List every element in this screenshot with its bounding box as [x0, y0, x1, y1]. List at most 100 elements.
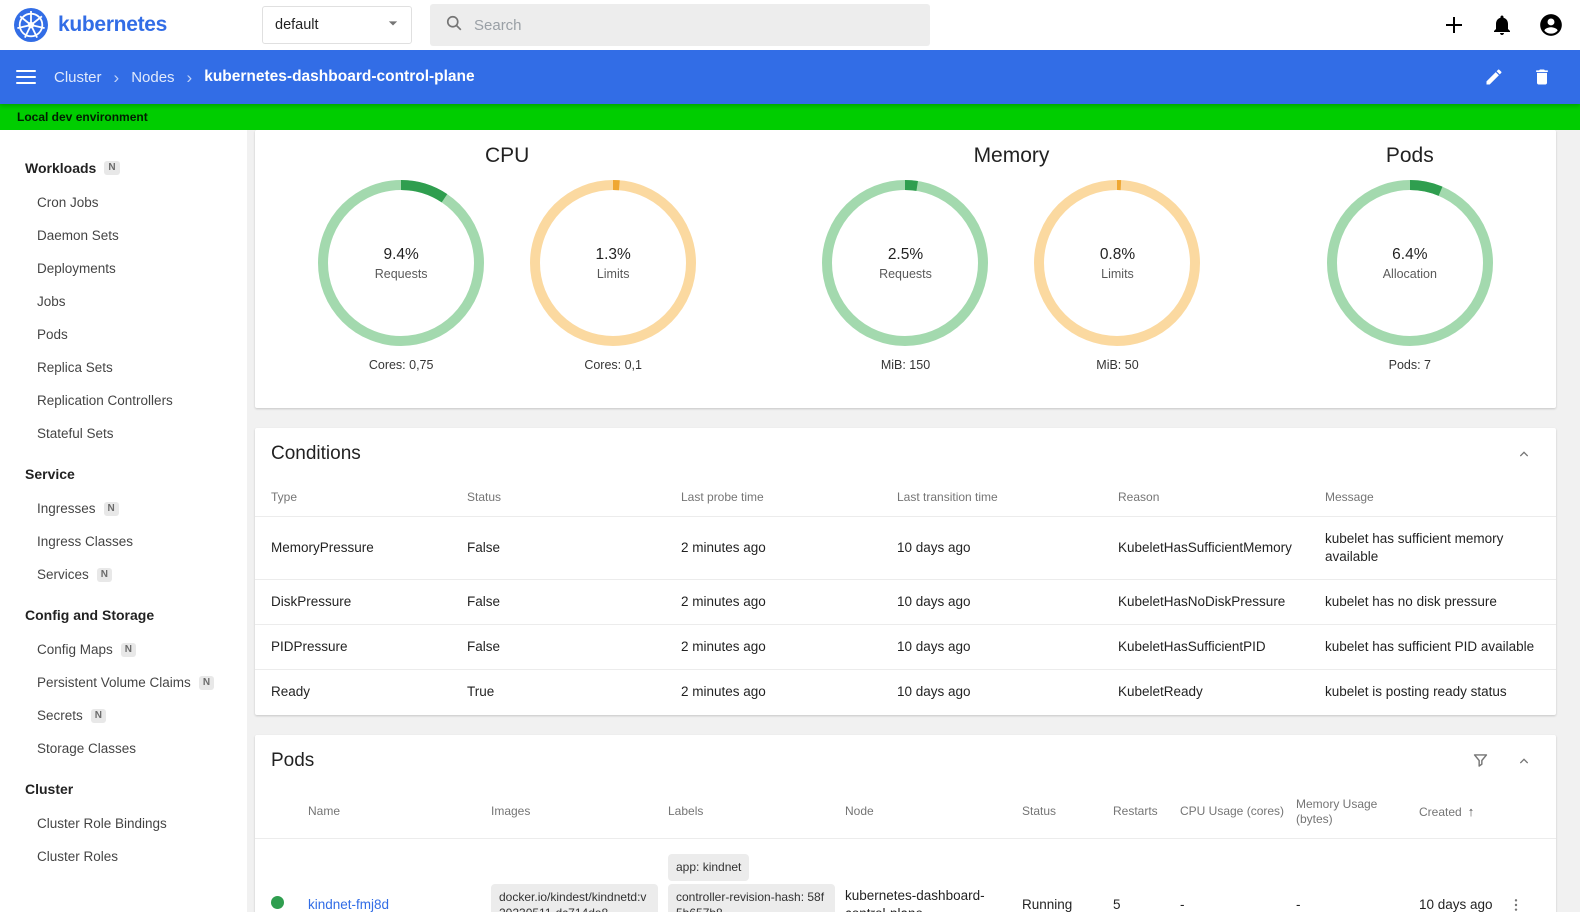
pods-card-header: Pods — [255, 735, 1556, 787]
donut-caption: Cores: 0,1 — [584, 358, 642, 372]
column-header-labels: Labels — [668, 804, 704, 819]
sidebar-item-replication-controllers[interactable]: Replication Controllers — [0, 384, 247, 417]
namespace-value: default — [275, 17, 319, 33]
donut-pods-allocation: 6.4% Allocation Pods: 7 — [1304, 180, 1516, 372]
pod-label-chip: app: kindnet — [668, 853, 750, 881]
column-header-last-probe-time: Last probe time — [681, 490, 764, 504]
donut-caption: MiB: 150 — [880, 358, 931, 372]
sidebar-item-replica-sets[interactable]: Replica Sets — [0, 351, 247, 384]
sidebar-section-cluster[interactable]: Cluster — [0, 765, 247, 807]
pod-actions-menu-button[interactable] — [1508, 897, 1524, 912]
namespaced-badge: N — [90, 708, 107, 723]
condition-cell: KubeletHasNoDiskPressure — [1118, 579, 1325, 625]
condition-cell: 2 minutes ago — [681, 669, 897, 715]
donut-label: Limits — [596, 266, 630, 281]
allocation-groups: CPU 9.4% Requests Cores: 0,75 1.3% Limits Core… — [255, 138, 1556, 372]
pods-title: Pods — [271, 749, 315, 771]
breadcrumb-link-cluster[interactable]: Cluster — [54, 69, 102, 86]
sidebar-item-ingress-classes[interactable]: Ingress Classes — [0, 525, 247, 558]
pod-status-cell: Running — [1022, 837, 1113, 912]
breadcrumb: Cluster › Nodes › kubernetes-dashboard-contr… — [54, 68, 475, 86]
sidebar-item-config-maps[interactable]: Config Maps N — [0, 633, 247, 666]
donut-caption: MiB: 50 — [1096, 358, 1139, 372]
donut-chart: 6.4% Allocation — [1326, 180, 1493, 346]
sidebar-item-cluster-role-bindings[interactable]: Cluster Role Bindings — [0, 807, 247, 840]
condition-cell: MemoryPressure — [255, 515, 467, 580]
sidebar-item-stateful-sets[interactable]: Stateful Sets — [0, 417, 247, 450]
pod-name-link[interactable]: kindnet-fmj8d — [308, 897, 389, 912]
brand[interactable]: kubernetes — [0, 8, 262, 42]
column-header-restarts: Restarts — [1113, 804, 1158, 819]
column-header-cpu-usage-cores: CPU Usage (cores) — [1180, 804, 1285, 819]
breadcrumb-current: kubernetes-dashboard-control-plane — [204, 68, 475, 85]
column-header-images: Images — [491, 804, 531, 819]
sidebar-item-label: Stateful Sets — [37, 426, 114, 441]
environment-banner: Local dev environment — [0, 104, 1580, 130]
column-header-name: Name — [308, 804, 341, 819]
chevron-up-icon — [1520, 451, 1528, 457]
sidebar-section-workloads[interactable]: Workloads N — [0, 140, 247, 186]
action-bar: Cluster › Nodes › kubernetes-dashboard-contr… — [0, 50, 1580, 104]
chevron-right-icon: › — [113, 67, 120, 87]
donut-percent: 0.8% — [1099, 245, 1136, 263]
condition-cell: 10 days ago — [897, 515, 1118, 580]
sidebar-item-secrets[interactable]: Secrets N — [0, 699, 247, 732]
create-resource-button[interactable] — [1442, 13, 1466, 37]
pods-tbody: kindnet-fmj8d docker.io/kindest/kindnetd:… — [255, 837, 1556, 912]
sidebar-item-deployments[interactable]: Deployments — [0, 252, 247, 285]
sidebar-item-persistent-volume-claims[interactable]: Persistent Volume Claims N — [0, 666, 247, 699]
edit-button[interactable] — [1484, 67, 1504, 87]
sidebar-item-pods[interactable]: Pods — [0, 318, 247, 351]
chevron-down-icon — [383, 13, 403, 37]
pods-collapse-button[interactable] — [1516, 753, 1532, 769]
pods-filter-button[interactable] — [1471, 751, 1490, 770]
condition-cell: 10 days ago — [897, 579, 1118, 625]
hamburger-icon — [16, 70, 36, 84]
namespaced-badge: N — [104, 161, 120, 175]
header-actions — [1442, 12, 1580, 38]
sidebar-item-label: Replication Controllers — [37, 393, 173, 408]
condition-row: PIDPressure False 2 minutes ago 10 days ago… — [255, 624, 1556, 670]
vertical-dots-icon — [1514, 899, 1518, 912]
sidebar-item-jobs[interactable]: Jobs — [0, 285, 247, 318]
account-button[interactable] — [1538, 12, 1564, 38]
delete-button[interactable] — [1532, 67, 1552, 87]
allocation-group-pods: Pods 6.4% Allocation Pods: 7 — [1304, 138, 1516, 372]
search-input[interactable] — [474, 16, 916, 34]
donut-chart: 2.5% Requests — [822, 180, 989, 346]
sidebar-section-config-and-storage[interactable]: Config and Storage — [0, 591, 247, 633]
column-header-status-dot — [255, 787, 308, 839]
sidebar-section-service[interactable]: Service — [0, 450, 247, 492]
search-bar[interactable] — [430, 4, 930, 46]
sidebar-item-services[interactable]: Services N — [0, 558, 247, 591]
condition-cell: KubeletHasSufficientPID — [1118, 624, 1325, 670]
donut-label: Limits — [1101, 266, 1134, 281]
sidebar-item-label: Daemon Sets — [37, 228, 119, 243]
chevron-up-icon — [1520, 758, 1528, 764]
notifications-button[interactable] — [1490, 13, 1514, 37]
breadcrumb-link-nodes[interactable]: Nodes — [131, 69, 174, 86]
app-header: kubernetes default — [0, 0, 1580, 50]
resource-actions — [1484, 67, 1564, 87]
column-header-status: Status — [1022, 804, 1057, 819]
search-icon — [444, 13, 464, 38]
donut-chart: 1.3% Limits — [530, 180, 697, 346]
condition-row: DiskPressure False 2 minutes ago 10 days ag… — [255, 579, 1556, 625]
namespace-selector[interactable]: default — [262, 6, 412, 44]
namespaced-badge: N — [198, 675, 215, 690]
donut-memory-requests: 2.5% Requests MiB: 150 — [799, 180, 1011, 372]
sidebar-item-label: Secrets — [37, 708, 83, 723]
conditions-collapse-button[interactable] — [1516, 446, 1532, 462]
pod-created-cell: 10 days ago — [1419, 837, 1508, 912]
sidebar-item-daemon-sets[interactable]: Daemon Sets — [0, 219, 247, 252]
menu-button[interactable] — [16, 70, 36, 84]
sort-ascending-icon[interactable]: ↑ — [1468, 804, 1475, 819]
sidebar-item-storage-classes[interactable]: Storage Classes — [0, 732, 247, 765]
allocation-group-memory: Memory 2.5% Requests MiB: 150 0.8% Limits MiB:… — [799, 138, 1223, 372]
condition-cell: kubelet has sufficient PID available — [1325, 624, 1556, 670]
sidebar-item-cluster-roles[interactable]: Cluster Roles — [0, 840, 247, 873]
sidebar-item-ingresses[interactable]: Ingresses N — [0, 492, 247, 525]
sidebar-item-cron-jobs[interactable]: Cron Jobs — [0, 186, 247, 219]
column-header-reason: Reason — [1118, 490, 1160, 504]
namespaced-badge: N — [120, 642, 137, 657]
